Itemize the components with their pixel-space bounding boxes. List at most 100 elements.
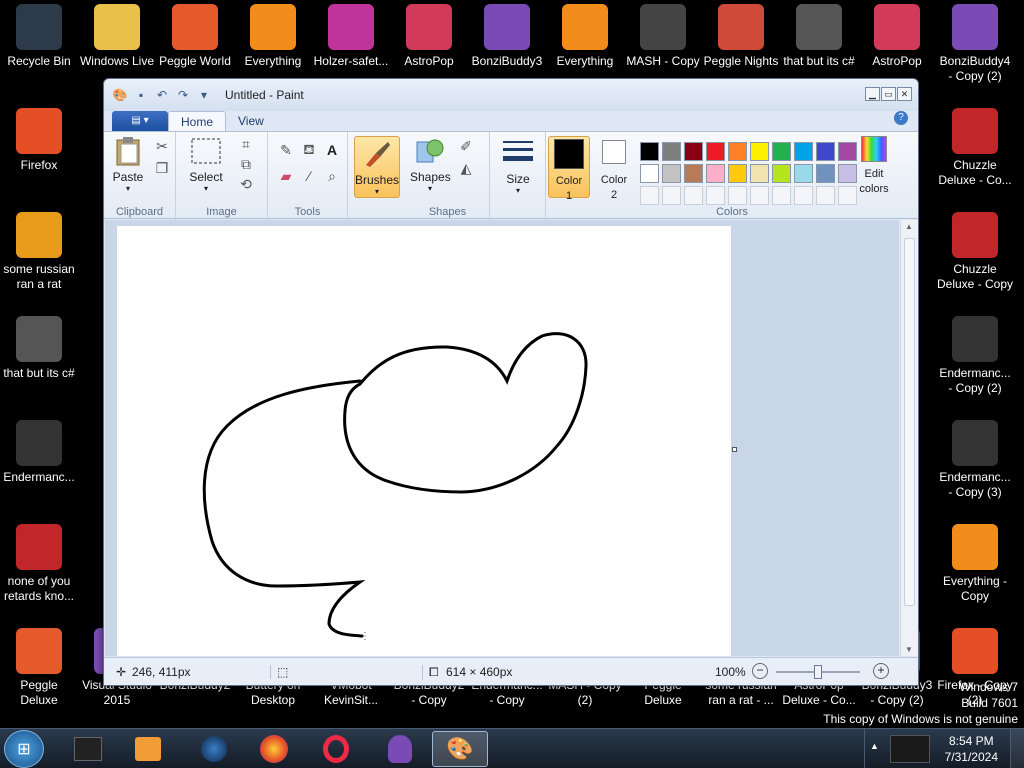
- paint-menu-button[interactable]: ▤ ▾: [112, 111, 168, 131]
- pencil-icon[interactable]: ✎: [276, 140, 296, 160]
- taskbar-paint[interactable]: 🎨: [432, 731, 488, 767]
- application-icon: [484, 4, 530, 50]
- zoom-slider-thumb[interactable]: [814, 665, 822, 679]
- palette-swatch[interactable]: [728, 164, 747, 183]
- close-button[interactable]: ✕: [897, 87, 912, 101]
- taskbar-app-1[interactable]: [60, 731, 116, 767]
- shapes-button[interactable]: Shapes ▾: [410, 136, 451, 193]
- scroll-up-icon[interactable]: ▲: [905, 222, 913, 231]
- tray-app-icon[interactable]: [890, 735, 930, 763]
- undo-icon[interactable]: ↶: [154, 87, 170, 103]
- custom-color-slot[interactable]: [684, 186, 703, 205]
- application-icon: [874, 4, 920, 50]
- copy-icon[interactable]: ❐: [152, 158, 172, 178]
- customize-quick-access-icon[interactable]: ▾: [196, 87, 212, 103]
- custom-color-slot[interactable]: [750, 186, 769, 205]
- paste-label: Paste: [112, 170, 144, 184]
- size-button[interactable]: Size ▾: [496, 138, 540, 195]
- text-icon[interactable]: A: [322, 140, 342, 160]
- desktop-icon[interactable]: Chuzzle Deluxe - Copy: [936, 208, 1014, 308]
- custom-color-slot[interactable]: [662, 186, 681, 205]
- desktop-icon[interactable]: Chuzzle Deluxe - Co...: [936, 104, 1014, 204]
- desktop-icon[interactable]: none of you retards kno...: [0, 520, 78, 620]
- drawing-canvas[interactable]: ⋮: [117, 226, 731, 656]
- palette-swatch[interactable]: [706, 142, 725, 161]
- palette-swatch[interactable]: [684, 164, 703, 183]
- taskbar-app-3[interactable]: [186, 731, 242, 767]
- tab-home[interactable]: Home: [168, 111, 227, 131]
- vertical-scrollbar[interactable]: ▲ ▼: [900, 220, 918, 656]
- taskbar-media-player[interactable]: [120, 731, 176, 767]
- crop-icon[interactable]: ⌗: [236, 134, 256, 154]
- fill-icon[interactable]: ⛾: [299, 140, 319, 160]
- resize-icon[interactable]: ⧉: [236, 154, 256, 174]
- start-button[interactable]: ⊞: [4, 730, 44, 768]
- custom-color-slot[interactable]: [706, 186, 725, 205]
- custom-color-slot[interactable]: [640, 186, 659, 205]
- edit-colors-button[interactable]: Edit colors: [852, 136, 896, 196]
- taskbar-opera[interactable]: [308, 731, 364, 767]
- palette-swatch[interactable]: [794, 164, 813, 183]
- palette-swatch[interactable]: [794, 142, 813, 161]
- desktop-icon[interactable]: Endermanc... - Copy (3): [936, 416, 1014, 516]
- palette-swatch[interactable]: [706, 164, 725, 183]
- maximize-button[interactable]: ▭: [881, 87, 896, 101]
- palette-swatch[interactable]: [662, 164, 681, 183]
- desktop-icon[interactable]: Recycle Bin: [0, 0, 78, 100]
- palette-swatch[interactable]: [816, 164, 835, 183]
- palette-swatch[interactable]: [816, 142, 835, 161]
- application-icon: [16, 420, 62, 466]
- clock[interactable]: 8:54 PM 7/31/2024: [945, 733, 998, 765]
- palette-swatch[interactable]: [640, 164, 659, 183]
- desktop-icon[interactable]: BonziBuddy4 - Copy (2): [936, 0, 1014, 100]
- eraser-icon[interactable]: ▰: [276, 166, 296, 186]
- custom-color-slot[interactable]: [772, 186, 791, 205]
- desktop-icon[interactable]: Endermanc...: [0, 416, 78, 516]
- desktop-icon[interactable]: some russian ran a rat: [0, 208, 78, 308]
- zoom-out-button[interactable]: −: [752, 663, 768, 679]
- media-player-icon: [135, 737, 161, 761]
- desktop-icon[interactable]: Everything - Copy: [936, 520, 1014, 620]
- palette-swatch[interactable]: [640, 142, 659, 161]
- select-button[interactable]: Select ▾: [184, 136, 228, 193]
- desktop-icon[interactable]: Peggle Deluxe: [0, 624, 78, 724]
- taskbar-bonzibuddy[interactable]: [372, 731, 428, 767]
- cut-icon[interactable]: ✂: [152, 136, 172, 156]
- canvas-resize-handle[interactable]: [732, 447, 737, 452]
- taskbar-firefox[interactable]: [246, 731, 302, 767]
- minimize-button[interactable]: ▁: [865, 87, 880, 101]
- show-hidden-icons-icon[interactable]: ▲: [870, 741, 879, 751]
- desktop-icon[interactable]: Firefox: [0, 104, 78, 204]
- paste-button[interactable]: Paste ▾: [110, 136, 146, 193]
- scroll-thumb[interactable]: [904, 238, 915, 606]
- zoom-slider[interactable]: [776, 665, 860, 679]
- brushes-button[interactable]: Brushes ▾: [354, 136, 400, 198]
- palette-swatch[interactable]: [772, 142, 791, 161]
- show-desktop-button[interactable]: [1010, 729, 1024, 768]
- palette-swatch[interactable]: [750, 164, 769, 183]
- desktop-icon[interactable]: that but its c#: [0, 312, 78, 412]
- paint-app-icon[interactable]: 🎨: [112, 87, 128, 103]
- scroll-down-icon[interactable]: ▼: [905, 645, 913, 654]
- palette-swatch[interactable]: [750, 142, 769, 161]
- custom-color-slot[interactable]: [794, 186, 813, 205]
- palette-swatch[interactable]: [772, 164, 791, 183]
- save-icon[interactable]: ▪: [133, 87, 149, 103]
- fill-shape-icon[interactable]: ◭: [456, 158, 476, 178]
- palette-swatch[interactable]: [728, 142, 747, 161]
- palette-swatch[interactable]: [684, 142, 703, 161]
- redo-icon[interactable]: ↷: [175, 87, 191, 103]
- outline-icon[interactable]: ✐: [456, 136, 476, 156]
- tab-view[interactable]: View: [226, 111, 276, 131]
- custom-color-slot[interactable]: [816, 186, 835, 205]
- desktop-icon[interactable]: Endermanc... - Copy (2): [936, 312, 1014, 412]
- color2-button[interactable]: Color 2: [594, 136, 634, 202]
- color-picker-icon[interactable]: ⁄: [299, 166, 319, 186]
- color1-button[interactable]: Color 1: [548, 136, 590, 202]
- custom-color-slot[interactable]: [728, 186, 747, 205]
- help-icon[interactable]: ?: [894, 111, 908, 125]
- magnifier-icon[interactable]: ⌕: [322, 166, 342, 186]
- zoom-in-button[interactable]: +: [873, 663, 889, 679]
- palette-swatch[interactable]: [662, 142, 681, 161]
- rotate-icon[interactable]: ⟲: [236, 174, 256, 194]
